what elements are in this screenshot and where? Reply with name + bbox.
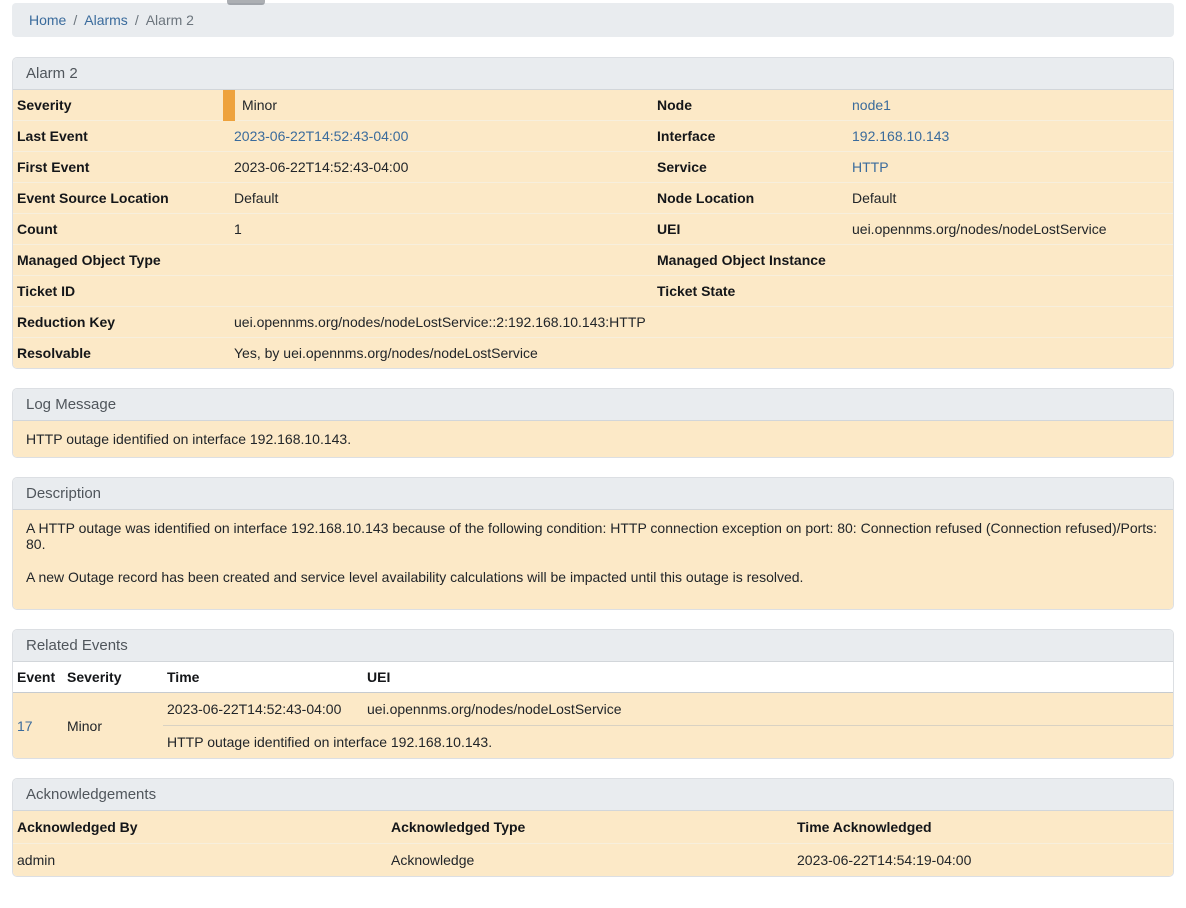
breadcrumb-separator: /	[66, 12, 84, 28]
table-row: Reduction Key uei.opennms.org/nodes/node…	[13, 307, 1173, 338]
acknowledged-by-value: admin	[13, 844, 387, 877]
description-panel: Description A HTTP outage was identified…	[12, 477, 1174, 610]
acknowledgements-panel-title: Acknowledgements	[13, 779, 1173, 811]
event-time-value: 2023-06-22T14:52:43-04:00	[163, 693, 363, 726]
managed-object-type-value	[229, 245, 653, 276]
event-severity-value: Minor	[63, 693, 163, 759]
alarm-detail-table: Severity Minor Node node1 Last Event 202…	[13, 90, 1173, 368]
table-row: Event Source Location Default Node Locat…	[13, 183, 1173, 214]
count-value: 1	[229, 214, 653, 245]
managed-object-instance-label: Managed Object Instance	[653, 245, 847, 276]
related-events-panel: Related Events Event Severity Time UEI 1…	[12, 629, 1174, 759]
event-id-link[interactable]: 17	[17, 718, 33, 734]
acknowledgements-header-row: Acknowledged By Acknowledged Type Time A…	[13, 811, 1173, 844]
resolvable-value: Yes, by uei.opennms.org/nodes/nodeLostSe…	[229, 338, 1173, 369]
acknowledgements-panel: Acknowledgements Acknowledged By Acknowl…	[12, 778, 1174, 877]
last-event-label: Last Event	[13, 121, 229, 152]
acknowledged-type-value: Acknowledge	[387, 844, 793, 877]
time-column-header: Time	[163, 662, 363, 693]
node-label: Node	[653, 90, 847, 121]
first-event-value: 2023-06-22T14:52:43-04:00	[229, 152, 653, 183]
breadcrumb-current-alarm-2: Alarm 2	[146, 12, 194, 28]
related-events-header-row: Event Severity Time UEI	[13, 662, 1173, 693]
event-log-message: HTTP outage identified on interface 192.…	[163, 726, 1173, 759]
acknowledgements-table: Acknowledged By Acknowledged Type Time A…	[13, 811, 1173, 876]
node-location-value: Default	[847, 183, 1173, 214]
uei-column-header: UEI	[363, 662, 1173, 693]
table-row: HTTP outage identified on interface 192.…	[13, 726, 1173, 759]
table-row: Resolvable Yes, by uei.opennms.org/nodes…	[13, 338, 1173, 369]
log-message-text: HTTP outage identified on interface 192.…	[13, 421, 1173, 457]
acknowledged-by-column-header: Acknowledged By	[13, 811, 387, 844]
node-link[interactable]: node1	[852, 97, 891, 113]
ticket-id-value	[229, 276, 653, 307]
ticket-id-label: Ticket ID	[13, 276, 229, 307]
event-column-header: Event	[13, 662, 63, 693]
first-event-label: First Event	[13, 152, 229, 183]
service-link[interactable]: HTTP	[852, 159, 889, 175]
table-row: 17 Minor 2023-06-22T14:52:43-04:00 uei.o…	[13, 693, 1173, 726]
table-row: Last Event 2023-06-22T14:52:43-04:00 Int…	[13, 121, 1173, 152]
related-events-table: Event Severity Time UEI 17 Minor 2023-06…	[13, 662, 1173, 758]
breadcrumb-link-alarms[interactable]: Alarms	[84, 12, 128, 28]
uei-value: uei.opennms.org/nodes/nodeLostService	[847, 214, 1173, 245]
description-body: A HTTP outage was identified on interfac…	[13, 510, 1173, 609]
count-label: Count	[13, 214, 229, 245]
related-events-panel-title: Related Events	[13, 630, 1173, 662]
description-paragraph: A HTTP outage was identified on interfac…	[26, 520, 1160, 552]
ticket-state-label: Ticket State	[653, 276, 847, 307]
node-location-label: Node Location	[653, 183, 847, 214]
description-paragraph: A new Outage record has been created and…	[26, 569, 1160, 585]
time-acknowledged-column-header: Time Acknowledged	[793, 811, 1173, 844]
breadcrumb: Home/Alarms/Alarm 2	[12, 3, 1174, 37]
alarm-detail-panel: Alarm 2 Severity Minor Node node1 Last E…	[12, 57, 1174, 369]
interface-label: Interface	[653, 121, 847, 152]
managed-object-type-label: Managed Object Type	[13, 245, 229, 276]
managed-object-instance-value	[847, 245, 1173, 276]
event-uei-value: uei.opennms.org/nodes/nodeLostService	[363, 693, 1173, 726]
breadcrumb-link-home[interactable]: Home	[29, 12, 66, 28]
table-row: admin Acknowledge 2023-06-22T14:54:19-04…	[13, 844, 1173, 877]
table-row: First Event 2023-06-22T14:52:43-04:00 Se…	[13, 152, 1173, 183]
severity-label: Severity	[13, 90, 229, 121]
service-label: Service	[653, 152, 847, 183]
event-source-location-label: Event Source Location	[13, 183, 229, 214]
severity-column-header: Severity	[63, 662, 163, 693]
clipped-tooltip-artifact	[227, 0, 265, 5]
interface-link[interactable]: 192.168.10.143	[852, 128, 949, 144]
resolvable-label: Resolvable	[13, 338, 229, 369]
description-panel-title: Description	[13, 478, 1173, 510]
table-row: Managed Object Type Managed Object Insta…	[13, 245, 1173, 276]
breadcrumb-separator: /	[128, 12, 146, 28]
ticket-state-value	[847, 276, 1173, 307]
table-row: Ticket ID Ticket State	[13, 276, 1173, 307]
table-row: Count 1 UEI uei.opennms.org/nodes/nodeLo…	[13, 214, 1173, 245]
table-row: Severity Minor Node node1	[13, 90, 1173, 121]
alarm-panel-title: Alarm 2	[13, 58, 1173, 90]
time-acknowledged-value: 2023-06-22T14:54:19-04:00	[793, 844, 1173, 877]
log-message-panel: Log Message HTTP outage identified on in…	[12, 388, 1174, 458]
severity-value: Minor	[229, 90, 653, 121]
uei-label: UEI	[653, 214, 847, 245]
last-event-link[interactable]: 2023-06-22T14:52:43-04:00	[234, 128, 408, 144]
reduction-key-value: uei.opennms.org/nodes/nodeLostService::2…	[229, 307, 1173, 338]
event-source-location-value: Default	[229, 183, 653, 214]
log-message-panel-title: Log Message	[13, 389, 1173, 421]
acknowledged-type-column-header: Acknowledged Type	[387, 811, 793, 844]
page: Home/Alarms/Alarm 2 Alarm 2 Severity Min…	[0, 0, 1186, 908]
reduction-key-label: Reduction Key	[13, 307, 229, 338]
